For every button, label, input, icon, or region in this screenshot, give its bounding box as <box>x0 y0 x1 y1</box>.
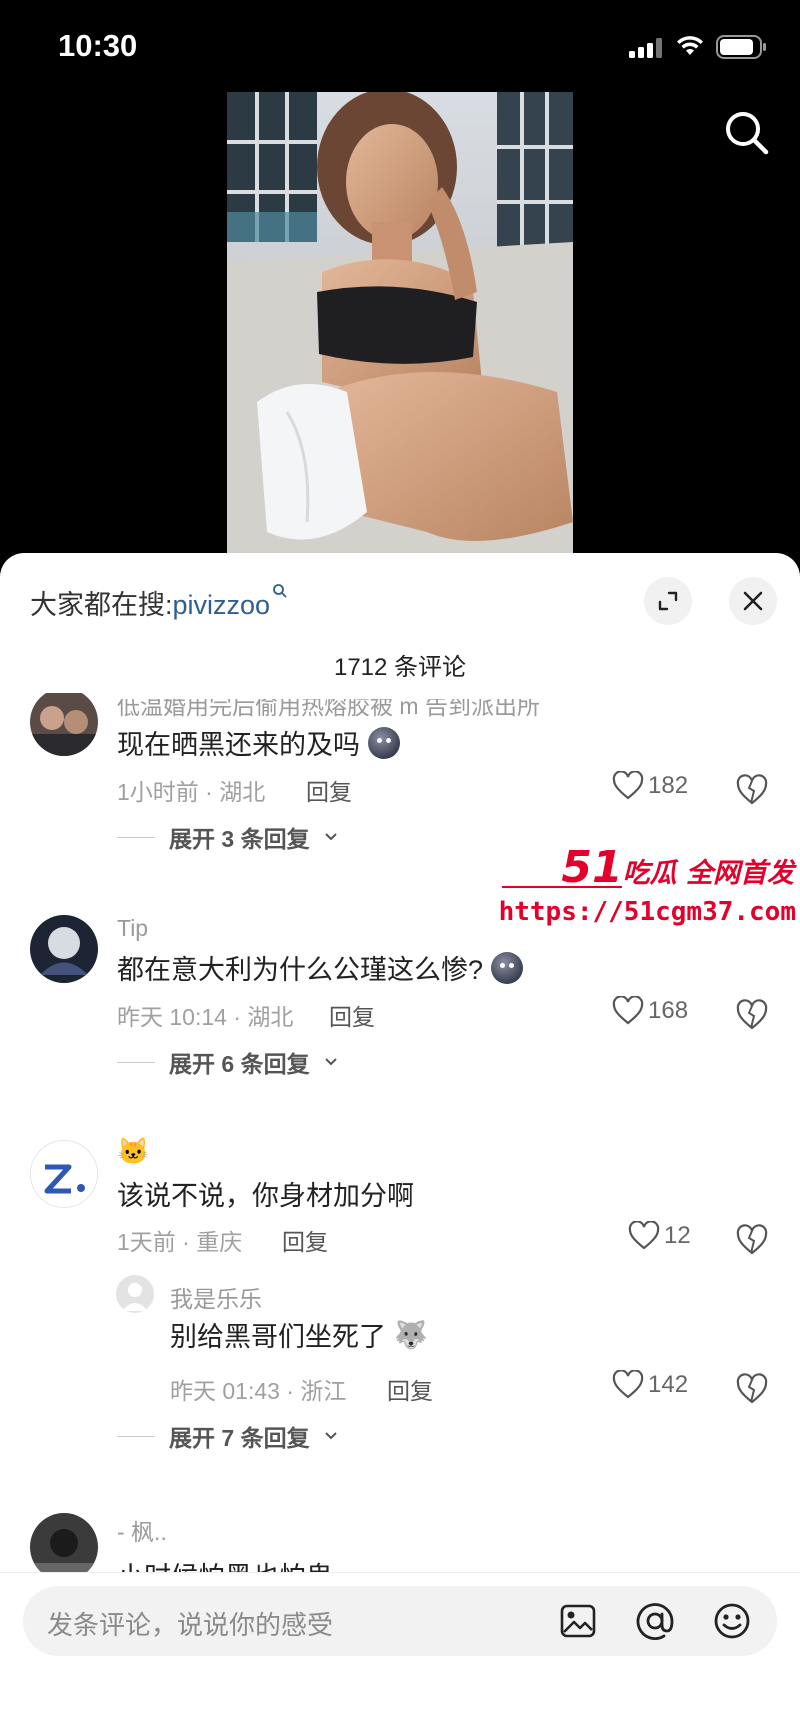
dislike-icon[interactable] <box>735 1372 769 1406</box>
comment-meta: 1天前 · 重庆 <box>117 1229 243 1255</box>
avatar[interactable] <box>30 1513 98 1573</box>
reply-meta: 昨天 01:43 · 浙江 <box>170 1378 347 1404</box>
like-count: 168 <box>648 997 689 1024</box>
like-button[interactable]: 12 <box>628 1221 691 1251</box>
avatar[interactable] <box>116 1275 154 1313</box>
watermark-url: https://51cgm37.com <box>498 897 796 927</box>
reply-button[interactable]: 回复 <box>329 998 375 1032</box>
comment-username[interactable]: 🐱 <box>117 1136 149 1167</box>
reply-username[interactable]: 我是乐乐 <box>170 1280 262 1314</box>
dislike-icon[interactable] <box>735 773 769 807</box>
expand-replies-button[interactable]: 展开 3 条回复 <box>117 820 338 854</box>
comment-sheet: 大家都在搜:pivizzoo 1712 条评论 低温婚用完后偷用热熔胶被 m 告… <box>0 553 800 1731</box>
heart-icon <box>628 1221 660 1250</box>
reply-text-content: 别给黑哥们坐死了 <box>170 1322 386 1352</box>
small-search-icon <box>273 584 287 598</box>
reply-button[interactable]: 回复 <box>282 1223 328 1257</box>
emoji-icon[interactable] <box>712 1601 752 1641</box>
comment-text: 都在意大利为什么公瑾这么惨? <box>117 948 524 987</box>
expand-icon <box>658 591 678 611</box>
watermark: 51吃瓜 全网首发 https://51cgm37.com <box>498 842 800 940</box>
like-button[interactable]: 142 <box>612 1370 688 1400</box>
dog-emoji-icon: 🐺 <box>394 1319 428 1350</box>
like-button[interactable]: 182 <box>612 771 688 801</box>
like-button[interactable]: 168 <box>612 996 688 1026</box>
comment-meta: 1小时前 · 湖北 <box>117 779 266 805</box>
dislike-icon[interactable] <box>735 1223 769 1257</box>
like-count: 142 <box>648 1371 689 1398</box>
emoji-icon <box>368 726 400 759</box>
dislike-icon[interactable] <box>735 998 769 1032</box>
expand-replies-label: 展开 3 条回复 <box>169 826 310 852</box>
comment-input-placeholder: 发条评论，说说你的感受 <box>47 1610 334 1640</box>
comment-text: 该说不说，你身材加分啊 <box>117 1181 414 1211</box>
comment-text-content: 现在晒黑还来的及吗 <box>117 730 360 760</box>
emoji-icon <box>491 951 524 984</box>
expand-replies-label: 展开 6 条回复 <box>169 1051 310 1077</box>
image-icon[interactable] <box>558 1601 598 1641</box>
close-icon <box>743 591 763 611</box>
wifi-icon <box>677 36 703 55</box>
close-button[interactable] <box>729 577 777 625</box>
comment-input[interactable]: 发条评论，说说你的感受 <box>23 1586 777 1656</box>
comment-username[interactable]: Tip <box>117 915 148 942</box>
search-button[interactable] <box>722 108 770 156</box>
signal-icon <box>629 38 662 58</box>
search-icon <box>726 112 769 155</box>
divider-line <box>117 1435 155 1437</box>
chevron-down-icon <box>324 1058 337 1066</box>
expand-replies-button[interactable]: 展开 6 条回复 <box>117 1045 338 1079</box>
expand-replies-button[interactable]: 展开 7 条回复 <box>117 1419 338 1453</box>
comment-username[interactable]: 低温婚用完后偷用热熔胶被 m 告到派出所 <box>117 699 540 721</box>
chevron-down-icon <box>324 1432 337 1440</box>
avatar[interactable] <box>30 1140 98 1208</box>
battery-icon <box>716 35 766 59</box>
comment-text: 现在晒黑还来的及吗 <box>117 723 400 762</box>
at-icon[interactable] <box>635 1601 675 1641</box>
status-time: 10:30 <box>58 28 138 63</box>
video-player[interactable] <box>227 92 573 554</box>
comment-username[interactable]: - 枫.. <box>117 1513 167 1547</box>
comment-text-content: 都在意大利为什么公瑾这么惨? <box>117 955 484 985</box>
comment-meta: 昨天 10:14 · 湖北 <box>117 1004 294 1030</box>
avatar[interactable] <box>30 915 98 983</box>
expand-replies-label: 展开 7 条回复 <box>169 1425 310 1451</box>
reply-button[interactable]: 回复 <box>387 1372 433 1406</box>
fullscreen-button[interactable] <box>644 577 692 625</box>
status-bar: 10:30 <box>0 0 800 92</box>
comment-list[interactable]: 低温婚用完后偷用热熔胶被 m 告到派出所 现在晒黑还来的及吗 1小时前 · 湖北… <box>0 693 800 1573</box>
chevron-down-icon <box>324 833 337 841</box>
search-suggestion-prefix: 大家都在搜: <box>30 590 173 620</box>
heart-icon <box>612 1370 644 1399</box>
comment-input-bar: 发条评论，说说你的感受 <box>0 1572 800 1731</box>
reply-text: 别给黑哥们坐死了 🐺 <box>170 1315 428 1354</box>
comment-count: 1712 条评论 <box>333 654 467 681</box>
video-frame-image <box>227 92 573 554</box>
like-count: 182 <box>648 772 689 799</box>
divider-line <box>117 1061 155 1063</box>
search-suggestion-keyword[interactable]: pivizzoo <box>173 590 271 620</box>
search-suggestion: 大家都在搜:pivizzoo <box>30 583 288 622</box>
like-count: 12 <box>664 1222 691 1249</box>
reply-button[interactable]: 回复 <box>306 773 352 807</box>
heart-icon <box>612 996 644 1025</box>
comment-text: 小时候怕黑也怕鬼 <box>117 1555 333 1573</box>
avatar[interactable] <box>30 693 98 756</box>
watermark-line <box>502 886 622 888</box>
heart-icon <box>612 771 644 800</box>
divider-line <box>117 836 155 838</box>
